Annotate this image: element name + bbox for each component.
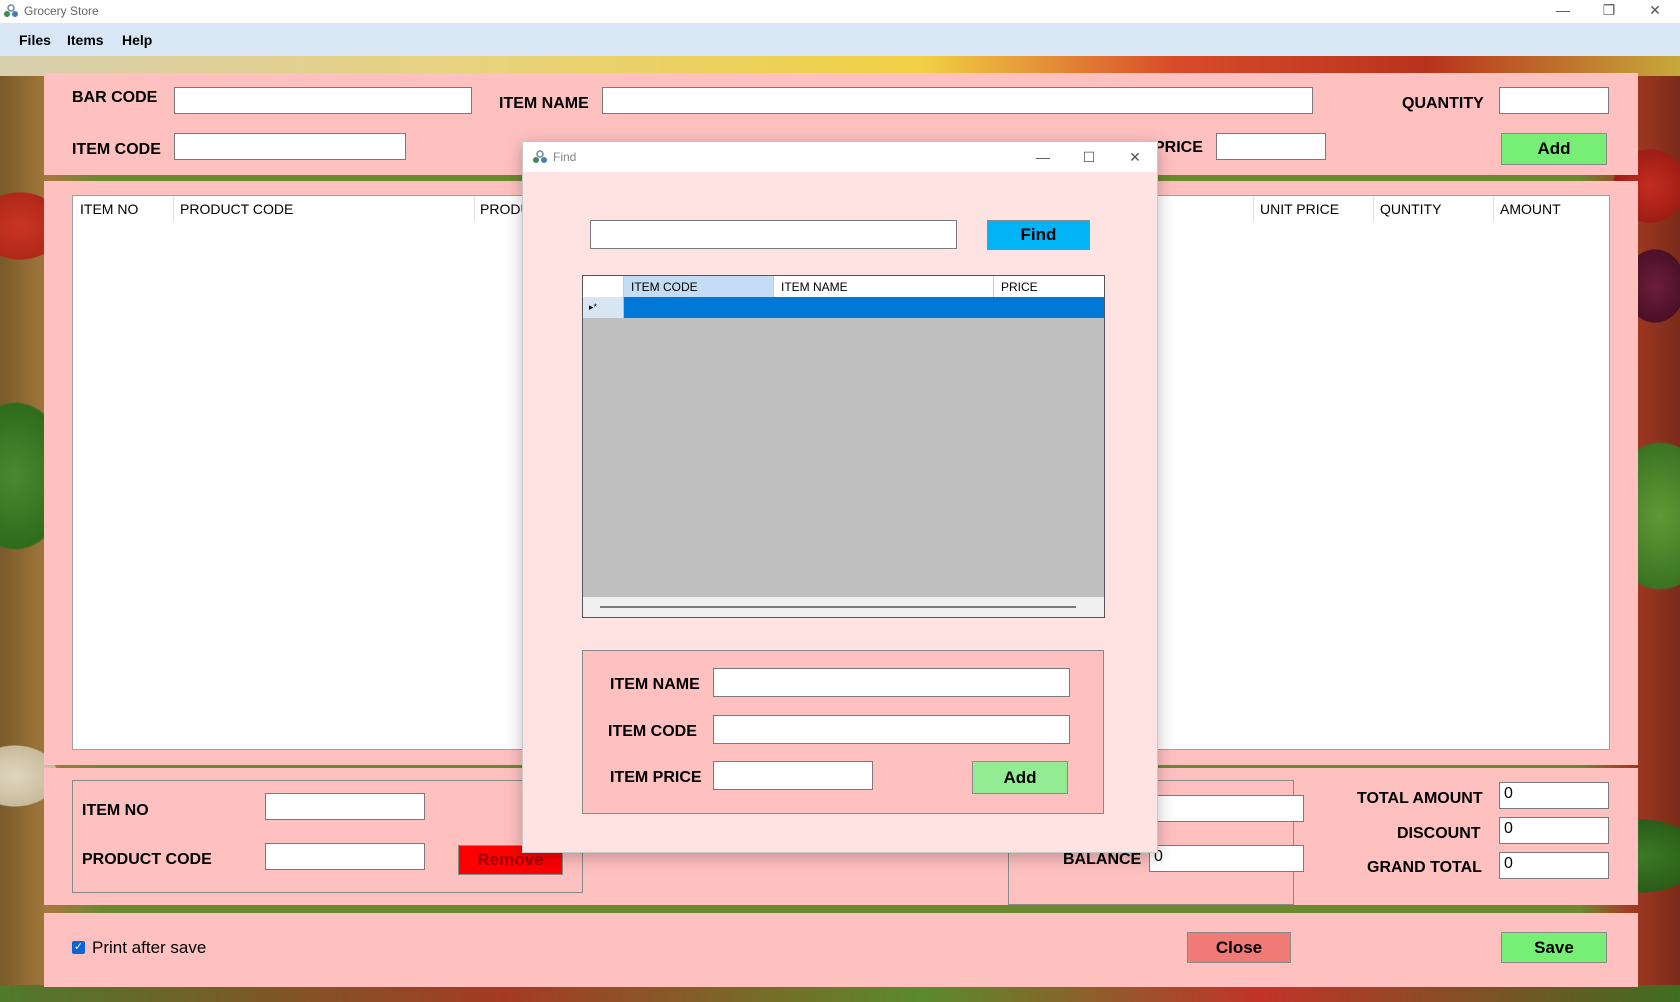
minimize-icon[interactable]: —: [1023, 146, 1063, 168]
app-icon: [4, 4, 18, 17]
item-code-label: ITEM CODE: [72, 141, 161, 158]
col-separator: [474, 196, 475, 222]
item-name-label: ITEM NAME: [499, 95, 589, 112]
quantity-input[interactable]: [1499, 87, 1609, 114]
dialog-item-price-label: ITEM PRICE: [610, 769, 702, 786]
col-quantity[interactable]: QUNTITY: [1380, 201, 1441, 217]
window-title: Grocery Store: [24, 4, 99, 18]
close-icon[interactable]: ✕: [1115, 146, 1155, 168]
print-after-save-label[interactable]: Print after save: [92, 938, 206, 958]
grid-col-item-name[interactable]: ITEM NAME: [774, 276, 994, 297]
grid-col-price[interactable]: PRICE: [994, 276, 1104, 297]
menu-help[interactable]: Help: [122, 32, 152, 48]
grand-total-input[interactable]: 0: [1499, 852, 1609, 879]
price-label: PRICE: [1154, 139, 1203, 156]
window-titlebar: Grocery Store — ❐ ✕: [0, 0, 1680, 23]
grid-horizontal-scrollbar[interactable]: [583, 597, 1104, 617]
find-button[interactable]: Find: [987, 220, 1090, 250]
total-amount-label: TOTAL AMOUNT: [1357, 790, 1483, 807]
balance-label: BALANCE: [1063, 851, 1142, 868]
col-unit-price[interactable]: UNIT PRICE: [1260, 201, 1339, 217]
total-amount-input[interactable]: 0: [1499, 782, 1609, 809]
find-search-input[interactable]: [590, 220, 957, 249]
remove-item-no-input[interactable]: [265, 793, 425, 820]
col-separator: [173, 196, 174, 222]
maximize-icon[interactable]: ☐: [1069, 146, 1109, 168]
scrollbar-thumb[interactable]: [600, 606, 1076, 608]
remove-product-code-input[interactable]: [265, 843, 425, 870]
dialog-item-name-input[interactable]: [713, 668, 1070, 697]
grid-new-row-marker[interactable]: ▸*: [583, 297, 624, 318]
checkbox-checked-icon[interactable]: ✓: [72, 941, 85, 954]
menu-files[interactable]: Files: [19, 32, 51, 48]
menu-bar: Files Items Help: [0, 23, 1680, 56]
app-icon: [533, 150, 547, 163]
find-dialog-titlebar: Find — ☐ ✕: [523, 142, 1157, 172]
item-name-input[interactable]: [602, 87, 1313, 114]
payment-input[interactable]: [1149, 795, 1304, 822]
quantity-label: QUANTITY: [1402, 95, 1484, 112]
dialog-item-price-input[interactable]: [713, 761, 873, 790]
background-bottom-strip: [0, 985, 1680, 1002]
dialog-item-name-label: ITEM NAME: [610, 676, 700, 693]
grid-new-row[interactable]: [583, 297, 1104, 318]
menu-items[interactable]: Items: [67, 32, 104, 48]
col-separator: [1493, 196, 1494, 222]
find-dialog: Find — ☐ ✕ Find ITEM CODE ITEM NAME PRIC…: [522, 141, 1158, 853]
add-item-groupbox: ITEM NAME ITEM CODE ITEM PRICE Add: [582, 650, 1104, 814]
maximize-icon[interactable]: ❐: [1586, 0, 1632, 23]
remove-product-code-label: PRODUCT CODE: [82, 851, 212, 868]
find-dialog-title: Find: [553, 150, 577, 164]
grid-col-item-code[interactable]: ITEM CODE: [624, 276, 774, 297]
dialog-item-code-input[interactable]: [713, 715, 1070, 744]
bar-code-label: BAR CODE: [72, 89, 158, 106]
footer-panel: ✓ Print after save Close Save: [44, 913, 1638, 987]
col-item-no[interactable]: ITEM NO: [80, 201, 138, 217]
grand-total-label: GRAND TOTAL: [1367, 859, 1482, 876]
col-product-code[interactable]: PRODUCT CODE: [180, 201, 293, 217]
col-amount[interactable]: AMOUNT: [1500, 201, 1561, 217]
item-code-input[interactable]: [174, 133, 406, 160]
balance-input[interactable]: 0: [1149, 845, 1304, 872]
close-button[interactable]: Close: [1187, 932, 1291, 963]
col-separator: [1373, 196, 1374, 222]
close-icon[interactable]: ✕: [1632, 0, 1678, 23]
remove-item-no-label: ITEM NO: [82, 802, 149, 819]
grid-corner: [583, 276, 624, 297]
find-results-grid[interactable]: ITEM CODE ITEM NAME PRICE ▸*: [582, 275, 1105, 618]
add-item-button[interactable]: Add: [1501, 133, 1607, 165]
discount-label: DISCOUNT: [1397, 825, 1481, 842]
dialog-add-button[interactable]: Add: [972, 761, 1068, 794]
save-button[interactable]: Save: [1501, 932, 1607, 963]
grid-header: ITEM CODE ITEM NAME PRICE: [583, 276, 1104, 297]
discount-input[interactable]: 0: [1499, 817, 1609, 844]
bar-code-input[interactable]: [174, 87, 472, 114]
price-input[interactable]: [1216, 133, 1326, 160]
dialog-item-code-label: ITEM CODE: [608, 723, 697, 740]
col-separator: [1253, 196, 1254, 222]
minimize-icon[interactable]: —: [1540, 0, 1586, 23]
